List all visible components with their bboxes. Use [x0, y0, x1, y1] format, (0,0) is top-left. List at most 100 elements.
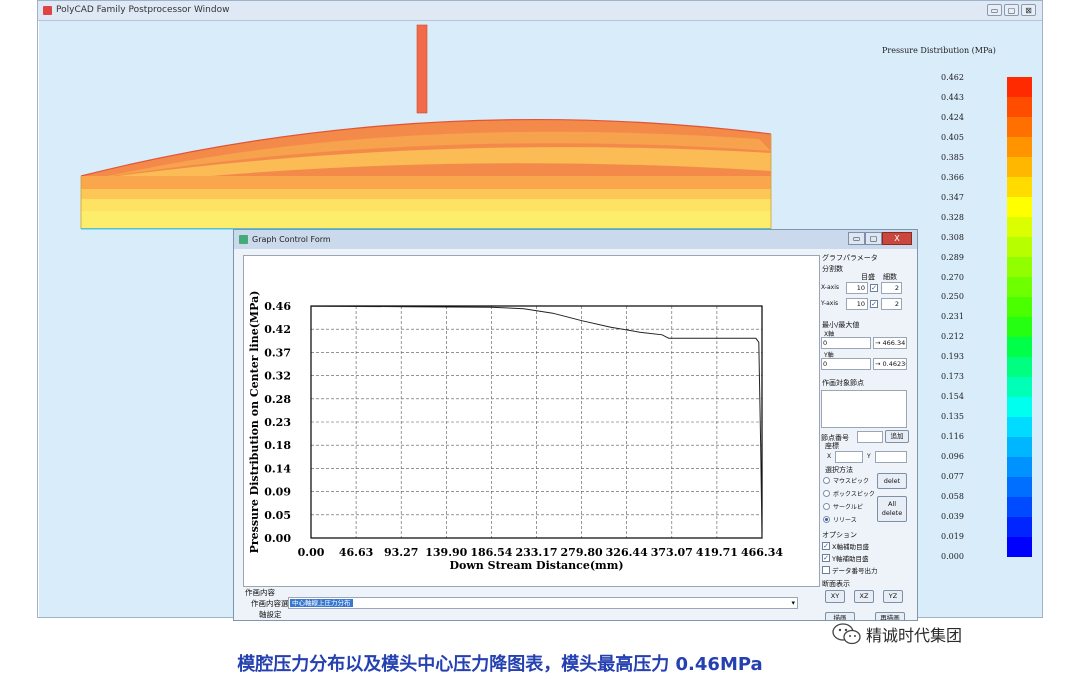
- legend-swatch: [1007, 77, 1032, 97]
- y-tick-label: 0.09: [264, 486, 291, 499]
- draw-content-label: 作画内容: [245, 588, 275, 597]
- close-button[interactable]: ⊠: [1021, 4, 1036, 16]
- legend-swatch: [1007, 237, 1032, 257]
- legend-label: 0.039: [941, 511, 964, 521]
- mouse-pick-radio[interactable]: [823, 477, 830, 484]
- draw-button[interactable]: 描画: [825, 612, 855, 620]
- x-division-input[interactable]: 10: [846, 282, 868, 294]
- y-tick-label: 0.46: [264, 300, 291, 313]
- watermark: 精诚时代集团: [832, 622, 962, 646]
- legend-label: 0.116: [941, 432, 964, 442]
- content-select-value: 中心軸線上圧力分布: [290, 599, 353, 607]
- x-tick-label: 46.63: [339, 546, 373, 559]
- all-delete-line1: All: [887, 500, 897, 508]
- x-aux-grid-checkbox[interactable]: ✓: [822, 542, 830, 550]
- coord-x-label: X: [827, 453, 832, 460]
- legend-label: 0.270: [941, 272, 964, 282]
- maximize-button[interactable]: ▢: [1004, 4, 1019, 16]
- legend-swatch: [1007, 457, 1032, 477]
- y-division-input[interactable]: 10: [846, 298, 868, 310]
- legend-label: 0.328: [941, 212, 964, 222]
- legend-swatch: [1007, 497, 1032, 517]
- legend-label: 0.462: [941, 73, 964, 82]
- x-grid-checkbox[interactable]: ✓: [870, 284, 878, 292]
- legend-swatch: [1007, 437, 1032, 457]
- app-icon: [43, 6, 52, 15]
- select-method-label: 選択方法: [825, 466, 853, 474]
- x-tick-label: 279.80: [561, 546, 603, 559]
- legend-label: 0.443: [941, 92, 964, 102]
- legend-colorbar: [1007, 77, 1032, 557]
- add-node-button[interactable]: 追加: [885, 430, 909, 443]
- y-fine-input[interactable]: 2: [881, 298, 902, 310]
- section-display-label: 断面表示: [822, 580, 850, 588]
- main-window-title: PolyCAD Family Postprocessor Window: [56, 5, 230, 15]
- box-pick-radio[interactable]: [823, 490, 830, 497]
- content-select-combo[interactable]: 中心軸線上圧力分布 ▾: [288, 597, 798, 609]
- legend-swatch: [1007, 117, 1032, 137]
- yz-section-button[interactable]: YZ: [883, 590, 903, 603]
- y-tick-label: 0.14: [264, 462, 291, 475]
- fine-label: 細数: [883, 273, 897, 281]
- minimize-button[interactable]: ▭: [987, 4, 1002, 16]
- legend-label: 0.289: [941, 252, 964, 262]
- release-radio[interactable]: [823, 516, 830, 523]
- data-output-label: データ番号出力: [832, 567, 878, 575]
- legend-label: 0.308: [941, 232, 964, 242]
- all-delete-line2: delete: [881, 509, 903, 517]
- box-pick-label: ボックスピック: [833, 491, 875, 498]
- graph-app-icon: [239, 235, 248, 244]
- legend-swatch: [1007, 357, 1032, 377]
- legend-label: 0.212: [941, 332, 964, 342]
- x-fine-input[interactable]: 2: [881, 282, 902, 294]
- node-number-input[interactable]: [857, 431, 883, 443]
- legend-swatch: [1007, 137, 1032, 157]
- legend-swatch: [1007, 517, 1032, 537]
- y-tick-label: 0.37: [264, 346, 291, 359]
- x-tick-label: 466.34: [741, 546, 783, 559]
- y-min-input[interactable]: 0: [821, 358, 871, 370]
- legend-swatch: [1007, 177, 1032, 197]
- graph-minimize-button[interactable]: ▭: [848, 232, 865, 245]
- y-tick-label: 0.00: [264, 532, 291, 545]
- chevron-down-icon[interactable]: ▾: [791, 598, 795, 608]
- circle-pick-radio[interactable]: [823, 503, 830, 510]
- y-grid-checkbox[interactable]: ✓: [870, 300, 878, 308]
- legend-label: 0.135: [941, 412, 964, 422]
- graph-params-label: グラフパラメータ: [822, 254, 878, 262]
- graph-form-title: Graph Control Form: [252, 235, 331, 244]
- graph-maximize-button[interactable]: ▢: [865, 232, 882, 245]
- redraw-button[interactable]: 再描画: [875, 612, 905, 620]
- figure-caption: 模腔压力分布以及模头中心压力降图表，模头最高压力 0.46MPa: [237, 654, 763, 675]
- grid-label: 目盛: [861, 273, 875, 281]
- coord-y-input[interactable]: [875, 451, 907, 463]
- data-output-checkbox[interactable]: [822, 566, 830, 574]
- legend-label: 0.154: [941, 392, 964, 402]
- xz-section-button[interactable]: XZ: [854, 590, 874, 603]
- legend-label: 0.385: [941, 152, 964, 162]
- x-tick-label: 93.27: [384, 546, 418, 559]
- coord-x-input[interactable]: [835, 451, 863, 463]
- graph-close-button[interactable]: X: [882, 232, 912, 245]
- xy-section-button[interactable]: XY: [825, 590, 845, 603]
- x-min-input[interactable]: 0: [821, 337, 871, 349]
- legend-swatch: [1007, 277, 1032, 297]
- draw-content-panel: 作画内容 作画内容選択 中心軸線上圧力分布 ▾ 軸設定: [243, 587, 818, 620]
- legend-swatch: [1007, 317, 1032, 337]
- release-label: リリース: [833, 517, 857, 524]
- all-delete-button[interactable]: All delete: [877, 496, 907, 522]
- y-aux-grid-label: Y軸補助目盛: [832, 555, 869, 563]
- plot-panel: 0.00 46.63 93.27 139.90 186.54 233.17 279.80 32…: [243, 255, 820, 587]
- y-aux-grid-checkbox[interactable]: ✓: [822, 554, 830, 562]
- y-max-input[interactable]: → 0.4623678: [873, 358, 907, 370]
- y-axis-label: Pressure Distribution on Center line(MPa…: [248, 291, 261, 554]
- legend-title: Pressure Distribution (MPa): [882, 46, 996, 55]
- legend-swatch: [1007, 417, 1032, 437]
- graph-control-form: Graph Control Form ▭ ▢ X 0.00 46.63 93.27 1…: [233, 229, 918, 621]
- target-nodes-list[interactable]: [821, 390, 907, 428]
- y-tick-label: 0.42: [264, 323, 291, 336]
- x-max-input[interactable]: → 466.34: [873, 337, 907, 349]
- delete-button[interactable]: delet: [877, 473, 907, 489]
- coord-y-label: Y: [867, 453, 871, 460]
- x-tick-label: 326.44: [606, 546, 648, 559]
